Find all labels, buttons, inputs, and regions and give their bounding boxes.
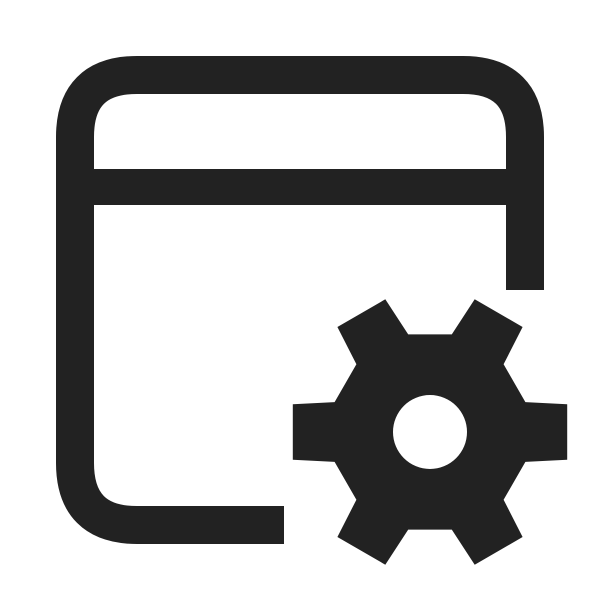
gear-shape (292, 299, 568, 565)
gear-icon (292, 299, 568, 565)
window-settings-icon (56, 56, 568, 565)
icon-canvas (0, 0, 600, 600)
